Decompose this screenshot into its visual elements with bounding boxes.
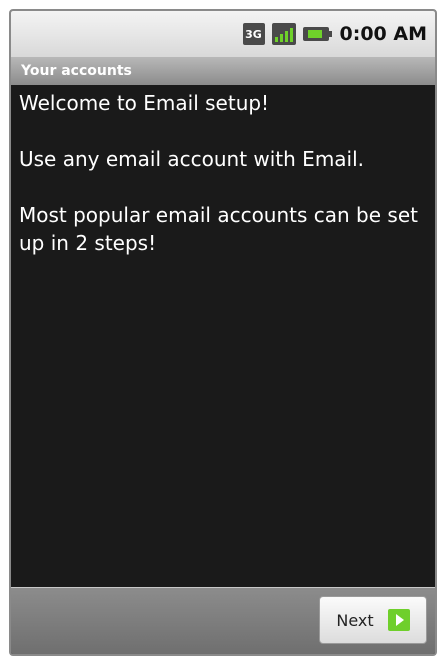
network-3g-icon: 3G: [242, 23, 265, 45]
battery-icon: [302, 27, 332, 41]
phone-screen: 3G 0:00 AM Your accounts Welcome to Emai…: [9, 9, 437, 656]
next-button-label: Next: [336, 610, 374, 630]
status-bar: 3G 0:00 AM: [11, 11, 435, 57]
signal-icon: [271, 23, 296, 45]
info-line: Use any email account with Email.: [19, 147, 365, 171]
page-title: Your accounts: [21, 63, 132, 79]
welcome-content: Welcome to Email setup! Use any email ac…: [19, 89, 427, 285]
steps-line: Most popular email accounts can be set u…: [19, 203, 418, 255]
status-time: 0:00 AM: [339, 23, 428, 45]
arrow-right-icon: [387, 609, 410, 631]
network-badge: 3G: [245, 27, 262, 41]
title-bar: Your accounts: [11, 57, 435, 85]
next-button[interactable]: Next: [319, 596, 427, 644]
welcome-line: Welcome to Email setup!: [19, 91, 270, 115]
bottom-bar: Next: [11, 587, 435, 654]
